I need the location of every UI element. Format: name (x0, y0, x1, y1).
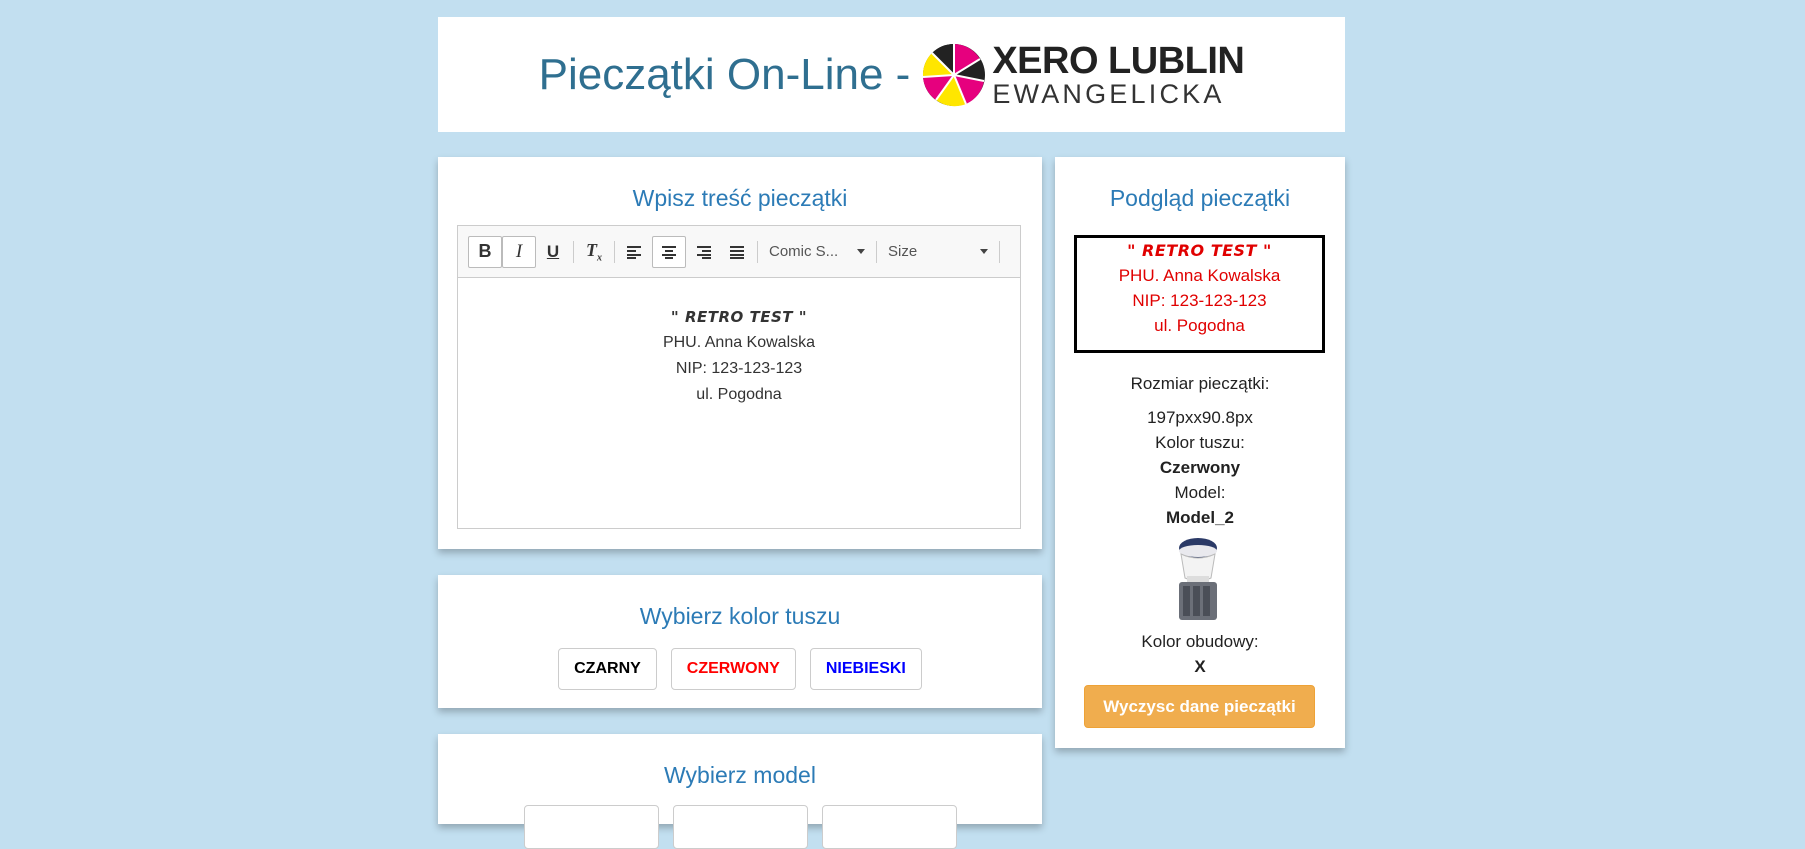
stamp-line: NIP: 123-123-123 (1132, 291, 1267, 310)
font-family-value: Comic S... (769, 243, 839, 260)
toolbar-divider (999, 240, 1000, 263)
model-panel-title: Wybierz model (664, 762, 816, 788)
ink-value: Czerwony (1159, 458, 1241, 477)
align-justify-icon (730, 245, 744, 259)
underline-icon: U (546, 241, 560, 261)
rich-text-editor: B I U Tx Comic S... Size " RETRO TEST " … (457, 225, 1021, 529)
align-right-icon (697, 245, 711, 259)
logo-pinwheel-icon (923, 43, 986, 106)
font-size-select[interactable]: Size (880, 236, 996, 268)
model-option-button[interactable] (821, 805, 957, 849)
ink-color-panel: Wybierz kolor tuszu CZARNY CZERWONY NIEB… (438, 575, 1042, 708)
housing-label: Kolor obudowy: (1141, 632, 1259, 651)
chevron-down-icon (857, 249, 865, 254)
editor-panel: Wpisz treść pieczątki B I U Tx Comic S.. (438, 157, 1042, 549)
editor-line: " RETRO TEST " (670, 308, 808, 326)
clear-stamp-button[interactable]: Wyczysc dane pieczątki (1084, 685, 1315, 728)
align-left-icon (627, 245, 641, 259)
logo-text-line1: XERO LUBLIN (992, 39, 1245, 82)
editor-content-area[interactable]: " RETRO TEST " PHU. Anna Kowalska NIP: 1… (458, 278, 1020, 408)
editor-line: NIP: 123-123-123 (675, 360, 803, 377)
editor-line: ul. Pogodna (696, 386, 782, 403)
bold-button[interactable]: B (468, 235, 502, 268)
ink-label: Kolor tuszu: (1155, 433, 1245, 452)
ink-blue-button[interactable]: NIEBIESKI (809, 648, 922, 690)
stamp-line: " RETRO TEST " (1127, 241, 1272, 260)
toolbar-divider (876, 240, 877, 263)
bold-icon: B (478, 241, 492, 261)
italic-icon: I (515, 240, 523, 262)
size-label: Rozmiar pieczątki: (1130, 374, 1270, 393)
toolbar-divider (573, 240, 574, 263)
align-center-button[interactable] (652, 235, 686, 268)
model-option-button[interactable] (523, 805, 659, 849)
chevron-down-icon (980, 249, 988, 254)
toolbar-divider (757, 240, 758, 263)
preview-panel-title: Podgląd pieczątki (1109, 185, 1291, 211)
toolbar-divider (614, 240, 615, 263)
stamp-line: PHU. Anna Kowalska (1118, 266, 1281, 285)
stamp-model-image (1179, 538, 1217, 620)
editor-toolbar: B I U Tx Comic S... Size (458, 226, 1020, 278)
stamp-line: ul. Pogodna (1154, 316, 1245, 335)
align-center-icon (662, 245, 676, 259)
align-justify-button[interactable] (720, 236, 754, 268)
clear-format-icon: Tx (586, 239, 602, 264)
logo-text-line2: EWANGELICKA (992, 78, 1225, 109)
font-family-select[interactable]: Comic S... (761, 236, 873, 268)
editor-panel-title: Wpisz treść pieczątki (632, 185, 848, 211)
italic-button[interactable]: I (502, 235, 536, 268)
page-title: Pieczątki On-Line - (538, 49, 911, 99)
align-right-button[interactable] (686, 236, 720, 268)
model-label: Model: (1174, 483, 1226, 502)
font-size-value: Size (888, 243, 918, 260)
ink-black-button[interactable]: CZARNY (558, 648, 657, 690)
xero-lublin-logo[interactable]: XERO LUBLIN EWANGELICKA (922, 39, 1245, 109)
align-left-button[interactable] (618, 236, 652, 268)
page-header: Pieczątki On-Line - XERO LUBLIN EWANGELI… (438, 17, 1345, 132)
size-value: 197pxx90.8px (1147, 408, 1253, 427)
ink-red-button[interactable]: CZERWONY (670, 648, 796, 690)
model-value: Model_2 (1165, 508, 1235, 527)
model-panel: Wybierz model (438, 734, 1042, 849)
housing-value: X (1194, 657, 1206, 676)
editor-line: PHU. Anna Kowalska (662, 334, 816, 351)
stamp-preview: " RETRO TEST " PHU. Anna Kowalska NIP: 1… (1074, 235, 1325, 353)
ink-color-title: Wybierz kolor tuszu (639, 603, 841, 629)
preview-panel: Podgląd pieczątki " RETRO TEST " PHU. An… (1055, 157, 1345, 748)
underline-button[interactable]: U (536, 236, 570, 268)
clear-format-button[interactable]: Tx (577, 236, 611, 268)
model-option-button[interactable] (672, 805, 808, 849)
